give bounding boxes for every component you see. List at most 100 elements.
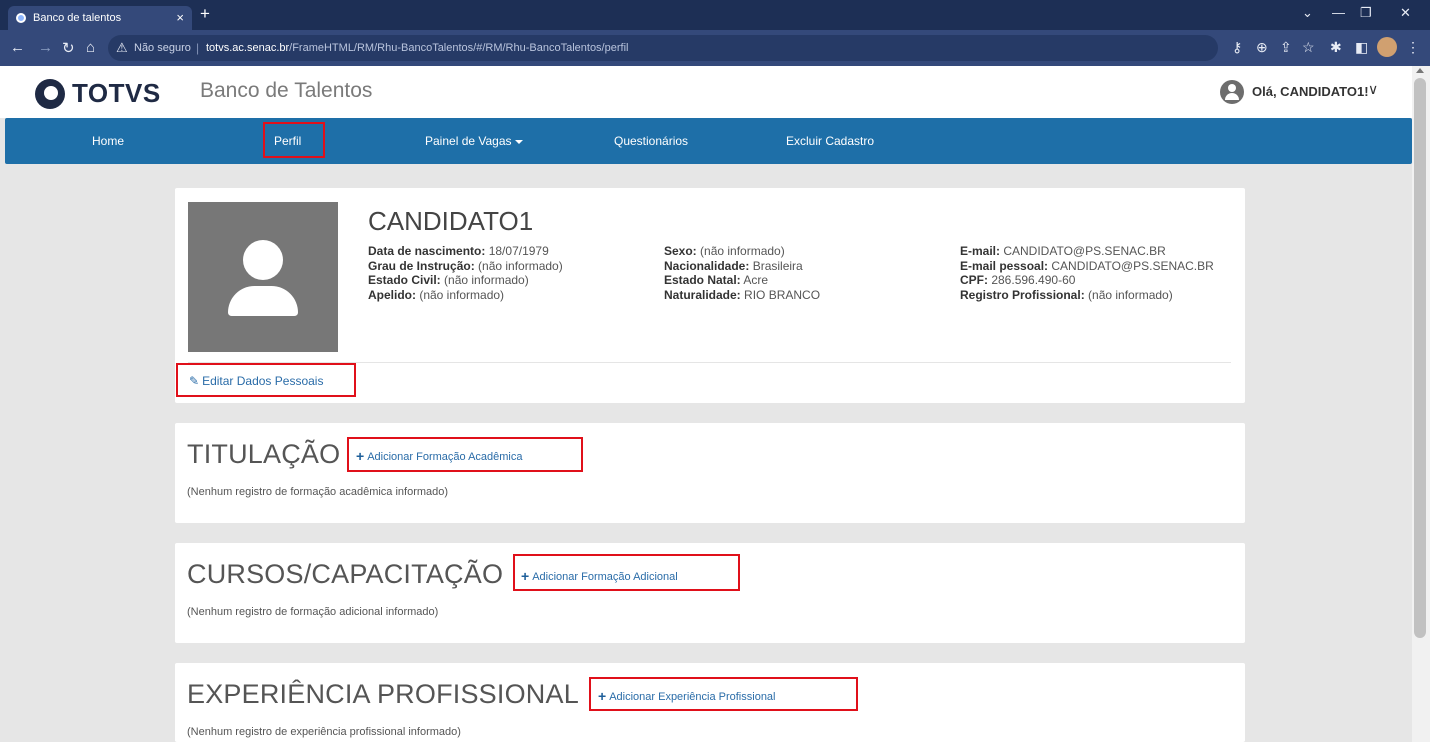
titulacao-card: TITULAÇÃO + Adicionar Formação Acadêmica …	[175, 423, 1245, 523]
nav-home[interactable]: Home	[92, 134, 124, 148]
info-value: (não informado)	[474, 258, 563, 273]
tab-search-icon[interactable]: ⌄	[1302, 5, 1313, 21]
info-label: Sexo:	[664, 244, 697, 258]
info-column-3: E-mail: CANDIDATO@PS.SENAC.BR E-mail pes…	[960, 244, 1214, 302]
info-value: CANDIDATO@PS.SENAC.BR	[1000, 244, 1166, 258]
user-avatar-icon[interactable]	[1220, 80, 1244, 104]
share-icon[interactable]: ⇪	[1280, 39, 1292, 56]
nav-painel-label: Painel de Vagas	[425, 134, 512, 148]
totvs-logo[interactable]: TOTVS	[72, 78, 161, 109]
info-row: Data de nascimento: 18/07/1979	[368, 244, 563, 259]
user-silhouette-body	[228, 286, 298, 316]
main-nav: Home Perfil Painel de Vagas Questionário…	[5, 118, 1412, 164]
warning-icon[interactable]: ⚠	[116, 40, 128, 56]
info-row: Apelido: (não informado)	[368, 288, 563, 303]
info-row: Estado Civil: (não informado)	[368, 273, 563, 288]
section-title: CURSOS/CAPACITAÇÃO	[187, 559, 504, 589]
tab-close-icon[interactable]: ×	[176, 10, 184, 25]
info-label: Registro Profissional:	[960, 287, 1085, 302]
info-label: Estado Civil:	[368, 273, 441, 287]
info-row: Naturalidade: RIO BRANCO	[664, 288, 820, 303]
info-row: Registro Profissional: (não informado)	[960, 288, 1214, 303]
info-row: E-mail pessoal: CANDIDATO@PS.SENAC.BR	[960, 259, 1214, 274]
reload-icon[interactable]: ↻	[62, 39, 75, 57]
restore-icon[interactable]: ❐	[1360, 5, 1372, 21]
highlight-box	[513, 554, 740, 591]
browser-tab[interactable]: Banco de talentos ×	[8, 6, 192, 30]
info-column-2: Sexo: (não informado) Nacionalidade: Bra…	[664, 244, 820, 302]
user-greeting[interactable]: Olá, CANDIDATO1!	[1252, 84, 1369, 99]
url-separator: |	[196, 41, 200, 55]
extensions-icon[interactable]: ✱	[1330, 39, 1342, 56]
info-value: 18/07/1979	[485, 244, 549, 258]
address-bar[interactable]: ⚠ Não seguro | totvs.ac.senac.br/FrameHT…	[108, 35, 1218, 61]
tab-title: Banco de talentos	[33, 12, 122, 24]
menu-dots-icon[interactable]: ⋮	[1406, 39, 1420, 56]
zoom-icon[interactable]: ⊕	[1256, 39, 1268, 56]
info-label: Nacionalidade:	[664, 258, 750, 273]
scroll-up-icon[interactable]	[1416, 68, 1424, 73]
url-path: /FrameHTML/RM/Rhu-BancoTalentos/#/RM/Rhu…	[289, 42, 629, 54]
app-title: Banco de Talentos	[200, 79, 373, 102]
user-silhouette-icon	[243, 240, 283, 280]
back-icon[interactable]: ←	[10, 39, 25, 56]
info-row: Sexo: (não informado)	[664, 244, 820, 259]
highlight-box	[589, 677, 858, 711]
chevron-down-icon[interactable]: ∨	[1368, 81, 1378, 98]
nav-excluir-cadastro[interactable]: Excluir Cadastro	[786, 134, 874, 148]
nav-questionarios[interactable]: Questionários	[614, 134, 688, 148]
nav-painel-de-vagas[interactable]: Painel de Vagas	[425, 134, 523, 148]
avatar	[188, 202, 338, 352]
info-value: (não informado)	[416, 287, 505, 302]
key-icon[interactable]: ⚷	[1232, 39, 1242, 56]
sidebar-icon[interactable]: ◧	[1355, 39, 1368, 56]
info-value: CANDIDATO@PS.SENAC.BR	[1048, 258, 1214, 273]
page-header: TOTVS Banco de Talentos Olá, CANDIDATO1!…	[0, 66, 1412, 118]
empty-message: (Nenhum registro de formação acadêmica i…	[187, 486, 449, 498]
browser-toolbar: ← → ↻ ⌂ ⚠ Não seguro | totvs.ac.senac.br…	[0, 30, 1430, 66]
scrollbar-thumb[interactable]	[1414, 78, 1426, 638]
info-column-1: Data de nascimento: 18/07/1979 Grau de I…	[368, 244, 563, 302]
candidate-name: CANDIDATO1	[368, 206, 534, 236]
highlight-box	[176, 363, 356, 397]
info-label: CPF:	[960, 273, 988, 287]
info-row: Nacionalidade: Brasileira	[664, 259, 820, 274]
minimize-icon[interactable]: —	[1332, 5, 1345, 20]
empty-message: (Nenhum registro de formação adicional i…	[187, 606, 439, 618]
section-title: TITULAÇÃO	[187, 439, 341, 469]
info-value: (não informado)	[440, 273, 529, 287]
info-value: (não informado)	[1084, 287, 1173, 302]
url-text[interactable]: totvs.ac.senac.br/FrameHTML/RM/Rhu-Banco…	[206, 42, 628, 54]
info-label: Naturalidade:	[664, 287, 741, 302]
new-tab-icon[interactable]: +	[200, 4, 210, 24]
info-label: Data de nascimento:	[368, 244, 486, 258]
info-value: RIO BRANCO	[740, 287, 821, 302]
highlight-box	[263, 122, 325, 158]
info-label: Grau de Instrução:	[368, 258, 475, 273]
info-label: E-mail:	[960, 244, 1001, 258]
not-secure-label[interactable]: Não seguro	[134, 42, 191, 54]
highlight-box	[347, 437, 583, 472]
scrollbar[interactable]	[1412, 66, 1430, 742]
browser-profile-icon[interactable]	[1377, 37, 1397, 57]
info-label: E-mail pessoal:	[960, 258, 1049, 273]
home-icon[interactable]: ⌂	[86, 39, 95, 56]
browser-tabbar: Banco de talentos × + ⌄ — ❐ ✕	[0, 0, 1430, 30]
empty-message: (Nenhum registro de experiência profissi…	[187, 726, 461, 738]
close-window-icon[interactable]: ✕	[1400, 5, 1411, 21]
info-value: Brasileira	[749, 258, 803, 273]
info-label: Apelido:	[368, 287, 416, 302]
info-row: E-mail: CANDIDATO@PS.SENAC.BR	[960, 244, 1214, 259]
url-host: totvs.ac.senac.br	[206, 42, 290, 54]
info-value: (não informado)	[696, 244, 785, 258]
favicon-icon	[16, 13, 26, 23]
info-row: Estado Natal: Acre	[664, 273, 820, 288]
info-row: Grau de Instrução: (não informado)	[368, 259, 563, 274]
forward-icon[interactable]: →	[38, 39, 53, 56]
info-value: Acre	[740, 273, 769, 287]
totvs-logo-icon	[35, 79, 65, 109]
caret-down-icon	[514, 139, 523, 144]
bookmark-star-icon[interactable]: ☆	[1302, 39, 1315, 56]
info-value: 286.596.490-60	[988, 273, 1076, 287]
info-row: CPF: 286.596.490-60	[960, 273, 1214, 288]
